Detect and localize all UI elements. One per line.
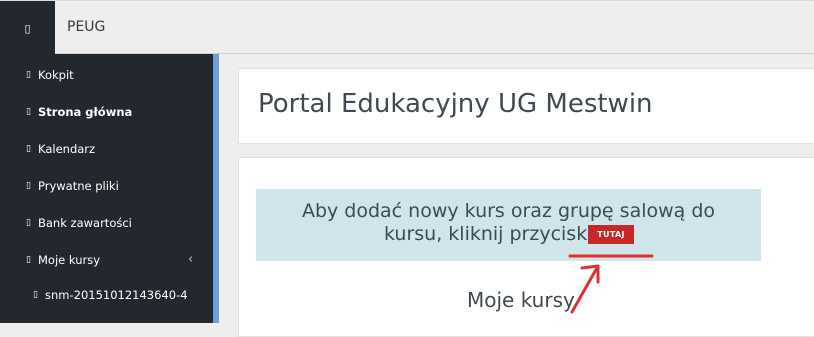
dashboard-icon: ▯ xyxy=(26,70,31,80)
content-bank-icon: ▯ xyxy=(26,218,31,228)
sidebar-item-label: Prywatne pliki xyxy=(38,179,119,193)
home-icon: ▯ xyxy=(26,107,31,117)
sidebar-item-moje-kursy[interactable]: ▯ Moje kursy xyxy=(26,250,100,270)
sidebar-item-label: Bank zawartości xyxy=(38,216,132,230)
top-navbar: ▯ PEUG xyxy=(0,0,814,55)
chevron-left-icon[interactable]: ‹ xyxy=(188,252,193,267)
sidebar-item-strona-glowna[interactable]: ▯ Strona główna xyxy=(26,102,132,122)
notice-box: Aby dodać nowy kurs oraz grupę salową do… xyxy=(256,189,761,261)
graduation-cap-icon: ▯ xyxy=(26,255,31,265)
page-title: Portal Edukacyjny UG Mestwin xyxy=(258,89,653,119)
tutaj-button[interactable]: TUTAJ xyxy=(588,225,634,244)
sidebar-item-label: Kalendarz xyxy=(38,142,96,156)
notice-text-line1: Aby dodać nowy kurs oraz grupę salową do xyxy=(301,200,716,222)
sidebar-item-kalendarz[interactable]: ▯ Kalendarz xyxy=(26,139,95,159)
calendar-icon: ▯ xyxy=(26,144,31,154)
notice-text-line2: kursu, kliknij przycisk xyxy=(384,223,588,245)
sidebar-item-label: Kokpit xyxy=(38,68,74,82)
sidebar-item-prywatne-pliki[interactable]: ▯ Prywatne pliki xyxy=(26,176,119,196)
site-brand[interactable]: PEUG xyxy=(67,19,105,35)
sidebar: ▯ Kokpit ▯ Strona główna ▯ Kalendarz ▯ P… xyxy=(0,54,213,323)
sidebar-item-course[interactable]: ▯ snm-20151012143640-4 xyxy=(33,285,188,305)
sidebar-item-kokpit[interactable]: ▯ Kokpit xyxy=(26,65,74,85)
sidebar-item-label: Moje kursy xyxy=(38,253,101,267)
page-header-card: Portal Edukacyjny UG Mestwin xyxy=(238,68,814,144)
annotation-arrow-icon xyxy=(568,254,654,314)
sidebar-item-bank-zawartosci[interactable]: ▯ Bank zawartości xyxy=(26,213,132,233)
sidebar-item-label: snm-20151012143640-4 xyxy=(45,288,188,302)
sidebar-item-label: Strona główna xyxy=(38,105,133,119)
my-courses-heading: Moje kursy xyxy=(467,288,575,312)
file-icon: ▯ xyxy=(26,181,31,191)
menu-toggle-button[interactable]: ▯ xyxy=(0,1,55,55)
menu-icon: ▯ xyxy=(24,21,31,35)
course-icon: ▯ xyxy=(33,290,38,300)
